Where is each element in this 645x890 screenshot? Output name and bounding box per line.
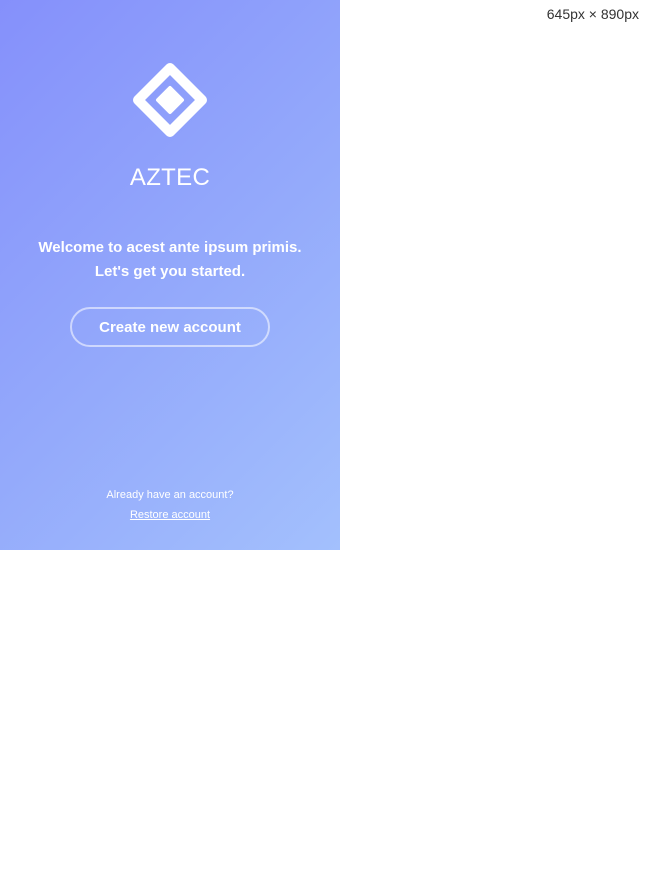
already-have-account-text: Already have an account?	[106, 489, 234, 501]
welcome-line-2: Let's get you started.	[94, 263, 246, 280]
restore-account-link[interactable]: Restore account	[130, 509, 210, 521]
restore-account-row: Restore account	[0, 509, 340, 521]
diamond-logo-icon	[132, 62, 208, 138]
create-new-account-button[interactable]: Create new account	[70, 307, 270, 347]
viewport-size-label: 645px × 890px	[546, 6, 639, 22]
welcome-panel: AZTEC Welcome to acest ante ipsum primis…	[0, 0, 340, 550]
brand-name: AZTEC	[129, 164, 211, 191]
welcome-message: Welcome to acest ante ipsum primis. Let'…	[0, 236, 340, 284]
welcome-line-1: Welcome to acest ante ipsum primis.	[38, 239, 302, 256]
